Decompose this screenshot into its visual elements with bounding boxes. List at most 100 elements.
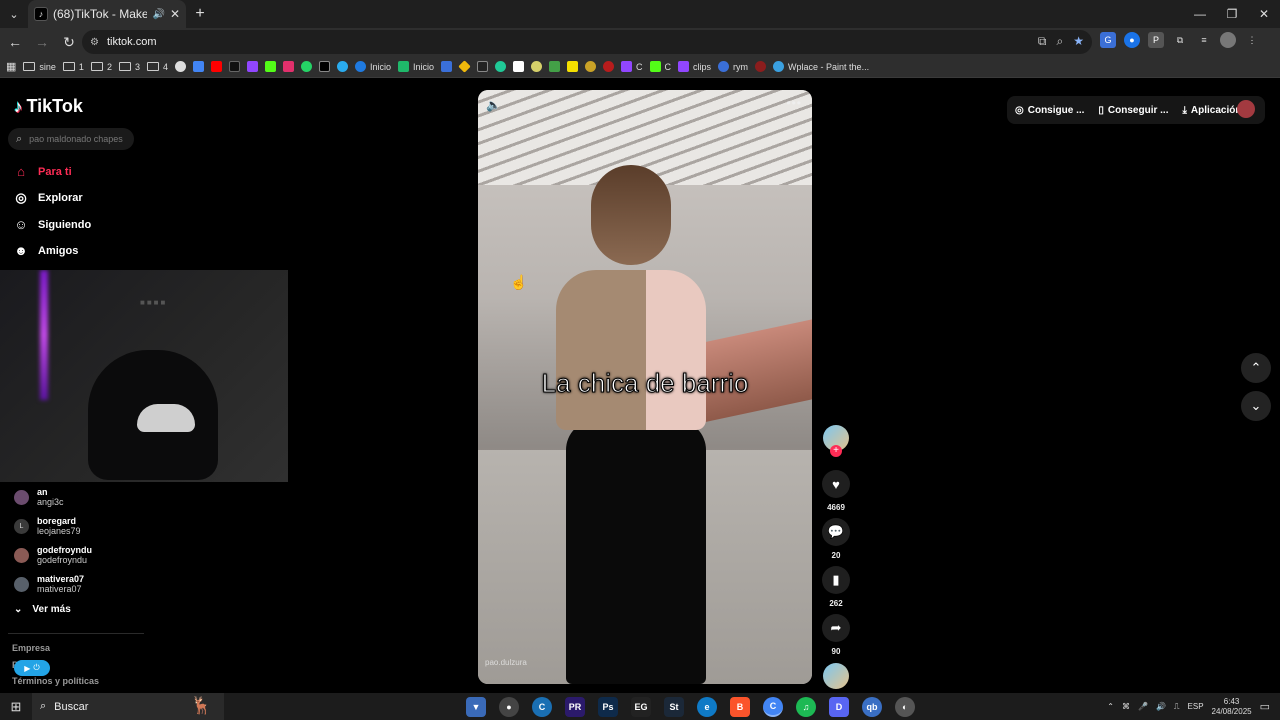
audio-playing-icon[interactable]: 🔊 [152, 9, 164, 20]
network-icon[interactable]: ⎍ [1174, 702, 1180, 712]
comment-button[interactable]: 💬 [822, 518, 850, 546]
bookmark-site-icon[interactable] [495, 61, 507, 72]
bookmark-site-icon[interactable] [441, 61, 453, 72]
browser-tab[interactable]: ♪ (68)TikTok - Make Your Day 🔊 ✕ [28, 0, 186, 28]
suggested-account[interactable]: godefroyndu godefroyndu [14, 545, 92, 565]
reading-list-icon[interactable]: ≡ [1196, 32, 1212, 48]
suggested-account[interactable]: mativera07 mativera07 [14, 574, 84, 594]
bookmark-chatgpt-icon[interactable] [174, 61, 186, 72]
extension-icon[interactable]: ● [1124, 32, 1140, 48]
language-indicator[interactable]: ESP [1188, 702, 1204, 711]
bookmark-inicio-2[interactable]: Inicio [398, 61, 434, 72]
taskbar-app-icon[interactable]: ▼ [466, 696, 486, 717]
bookmark-site-icon[interactable] [549, 61, 561, 72]
discord-icon[interactable]: D [829, 696, 849, 717]
footer-company-link[interactable]: Empresa [12, 643, 50, 653]
bookmark-folder-1[interactable]: 1 [62, 62, 84, 72]
nav-item-amigos[interactable]: ☻ Amigos [14, 243, 78, 258]
p-extension-icon[interactable]: P [1148, 32, 1164, 48]
volume-icon[interactable]: 🔊 [1156, 702, 1166, 711]
premiere-icon[interactable]: PR [565, 696, 585, 717]
bookmark-folder-3[interactable]: 3 [118, 62, 140, 72]
address-bar[interactable]: ⚙ tiktok.com ⧉ ⌕ ★ [82, 30, 1092, 54]
apps-grid-icon[interactable]: ▦ [6, 60, 16, 73]
forward-button[interactable]: → [30, 30, 54, 54]
bookmark-wplace[interactable]: Wplace - Paint the... [773, 61, 869, 72]
bookmark-a-icon[interactable] [513, 61, 525, 72]
reload-button[interactable]: ↻ [57, 30, 81, 54]
profile-avatar[interactable] [1220, 32, 1236, 48]
restore-button[interactable]: ❐ [1216, 0, 1248, 28]
tiktok-logo[interactable]: ♪ TikTok [14, 96, 83, 117]
share-button[interactable]: ➦ [822, 614, 850, 642]
bookmark-instagram-icon[interactable] [282, 61, 294, 72]
tab-close-icon[interactable]: ✕ [170, 7, 180, 21]
follow-plus-icon[interactable]: + [830, 445, 842, 457]
see-more-button[interactable]: ⌄ Ver más [14, 604, 71, 615]
steam-icon[interactable]: St [664, 696, 684, 717]
bookmark-star-icon[interactable]: ★ [1073, 34, 1084, 49]
nav-item-para-ti[interactable]: ⌂ Para ti [14, 164, 72, 179]
more-options-icon[interactable]: ••• [786, 96, 802, 110]
music-disc-icon[interactable] [823, 663, 849, 689]
bookmark-b-icon[interactable] [567, 61, 579, 72]
creator-avatar[interactable]: + [823, 425, 849, 457]
like-button[interactable]: ♥ [822, 470, 850, 498]
bookmark-binance-icon[interactable] [458, 60, 471, 73]
browser-menu-icon[interactable]: ⋮ [1244, 32, 1260, 48]
user-avatar[interactable] [1237, 100, 1255, 118]
microphone-icon[interactable]: 🎤 [1138, 702, 1148, 711]
clock[interactable]: 6:43 24/08/2025 [1212, 697, 1252, 717]
close-window-button[interactable]: ✕ [1248, 0, 1280, 28]
bookmark-youtube-icon[interactable] [210, 61, 222, 72]
translate-extension-icon[interactable]: G [1100, 32, 1116, 48]
bookmark-site-icon[interactable] [603, 61, 615, 72]
qbittorrent-icon[interactable]: qb [862, 696, 882, 717]
bookmark-folder-2[interactable]: 2 [90, 62, 112, 72]
epic-games-icon[interactable]: EG [631, 696, 651, 717]
gamepad-icon[interactable]: ⌘ [1122, 702, 1130, 711]
back-button[interactable]: ← [3, 30, 27, 54]
bookmark-inicio-1[interactable]: Inicio [354, 61, 391, 72]
start-button[interactable]: ⊞ [0, 693, 32, 720]
show-hidden-icons-icon[interactable]: ⌃ [1107, 702, 1114, 711]
bookmark-button[interactable]: ▮ [822, 566, 850, 594]
zoom-icon[interactable]: ⌕ [1057, 34, 1064, 49]
bookmark-clips[interactable]: clips [678, 61, 711, 72]
bookmark-twitch-c[interactable]: C [621, 61, 643, 72]
new-tab-button[interactable]: + [186, 5, 214, 23]
suggested-account[interactable]: L boregard leojanes79 [14, 516, 81, 536]
puzzle-extensions-icon[interactable]: ⧉ [1172, 32, 1188, 48]
bookmark-x-icon[interactable] [318, 61, 330, 72]
bookmark-rym[interactable]: rym [718, 61, 748, 72]
taskbar-search[interactable]: ⌕ Buscar 🦌 [32, 693, 224, 720]
bookmark-folder-4[interactable]: 4 [146, 62, 168, 72]
edge-icon[interactable]: e [697, 696, 717, 717]
install-app-icon[interactable]: ⧉ [1038, 34, 1047, 49]
bookmark-telegram-icon[interactable] [336, 61, 348, 72]
get-coins-link[interactable]: ◎ Consigue ... [1015, 105, 1084, 116]
taskbar-app-icon[interactable]: ● [499, 696, 519, 717]
live-indicator-badge[interactable]: ▶ ⏻ [14, 660, 50, 676]
chrome-icon[interactable]: C [763, 696, 783, 717]
nav-item-explorar[interactable]: ◎ Explorar [14, 190, 82, 206]
bookmark-site-icon[interactable] [531, 61, 543, 72]
tab-search-chevron-icon[interactable]: ⌄ [0, 0, 28, 28]
brave-icon[interactable]: B [730, 696, 750, 717]
bookmark-whatsapp-icon[interactable] [300, 61, 312, 72]
bookmark-kick-c[interactable]: C [649, 61, 671, 72]
video-player[interactable]: 🔈 ••• La chica de barrio pao.dulzura [478, 90, 812, 684]
search-input[interactable]: ⌕ pao maldonado chapes [8, 128, 134, 150]
taskbar-app-icon[interactable]: ◐ [895, 696, 915, 717]
bookmark-tiktok-icon[interactable] [228, 61, 240, 72]
suggested-account[interactable]: an angi3c [14, 487, 64, 507]
bookmark-kick-icon[interactable] [264, 61, 276, 72]
site-info-icon[interactable]: ⚙ [90, 37, 99, 48]
bookmark-site-icon[interactable] [585, 61, 597, 72]
nav-item-siguiendo[interactable]: ☺ Siguiendo [14, 217, 91, 232]
get-app-link[interactable]: ▯ Conseguir ... [1098, 105, 1168, 116]
volume-icon[interactable]: 🔈 [486, 98, 501, 112]
previous-video-button[interactable]: ⌃ [1241, 353, 1271, 383]
taskbar-app-icon[interactable]: C [532, 696, 552, 717]
footer-terms-link[interactable]: Términos y políticas [12, 676, 99, 686]
